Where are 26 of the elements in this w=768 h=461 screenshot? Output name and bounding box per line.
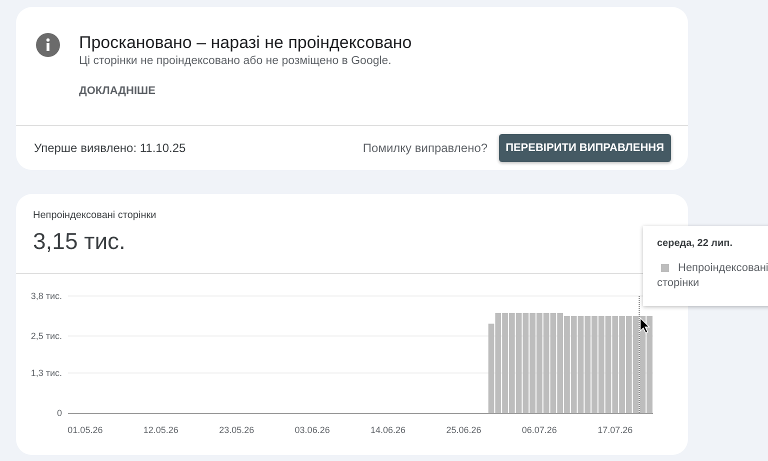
y-tick-label: 2,5 тис. [30, 331, 62, 342]
learn-more-link[interactable]: ДОКЛАДНІШЕ [79, 85, 412, 97]
first-detected-text: Уперше виявлено: 11.10.25 [34, 141, 186, 155]
x-tick-label: 01.05.26 [68, 425, 103, 435]
metric-label: Непроіндексовані сторінки [33, 210, 156, 221]
fixed-question: Помилку виправлено? [362, 141, 488, 155]
x-tick-label: 14.06.26 [370, 425, 406, 435]
cursor-icon [640, 317, 650, 334]
y-tick-label: 0 [56, 408, 62, 418]
legend-swatch [661, 264, 669, 272]
x-tick-label: 23.05.26 [219, 425, 254, 435]
x-tick-label: 06.07.26 [522, 425, 557, 435]
issue-title: Проскановано – наразі не проіндексовано [79, 33, 412, 53]
x-tick-label: 25.06.26 [446, 425, 482, 435]
tooltip-date: середа, 22 лип. [657, 238, 734, 249]
y-tick-label: 1,3 тис. [30, 368, 62, 378]
tooltip-series-label: Непроіндексовані [678, 262, 768, 274]
issue-description: Ці сторінки не проіндексовано або не розміщено в Google. [79, 55, 392, 67]
metric-value: 3,15 тис. [33, 228, 126, 255]
tooltip-series-label: сторінки [657, 277, 700, 289]
info-icon [36, 33, 60, 57]
validate-fix-button[interactable]: ПЕРЕВІРИТИ ВИПРАВЛЕННЯ [498, 134, 671, 162]
x-tick-label: 17.07.26 [598, 425, 633, 435]
y-tick-label: 3,8 тис. [30, 291, 62, 301]
x-tick-label: 03.06.26 [294, 425, 330, 435]
x-tick-label: 12.05.26 [143, 425, 178, 435]
